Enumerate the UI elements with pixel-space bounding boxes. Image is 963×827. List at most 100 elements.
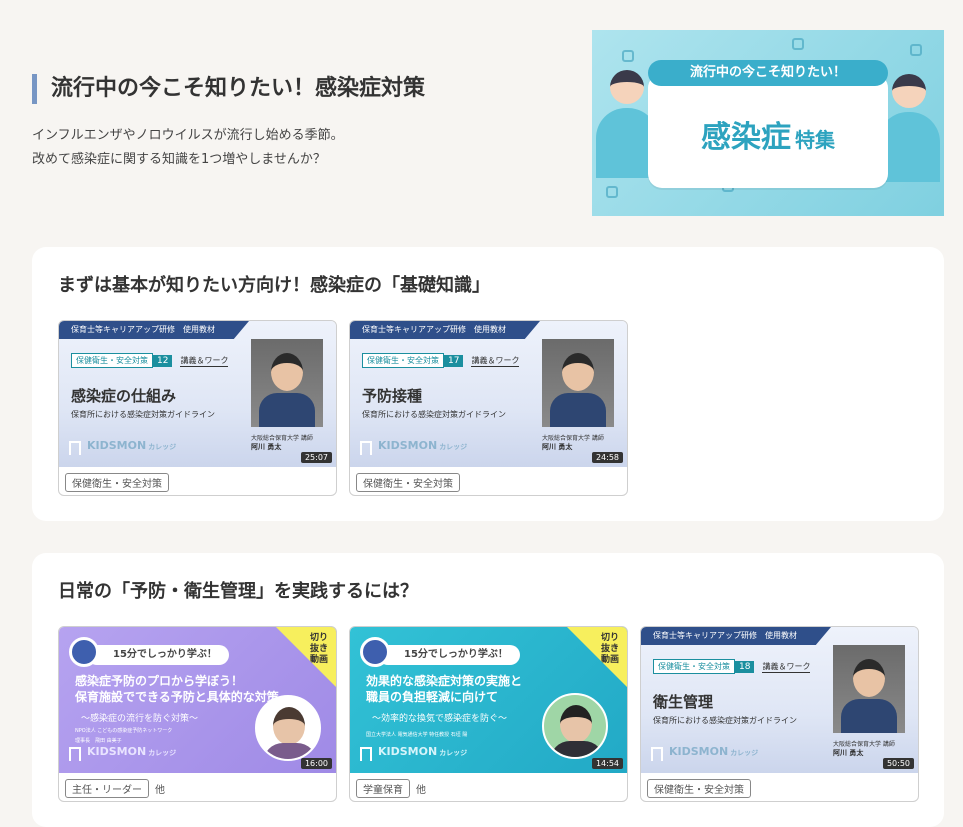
card-tags: 保健衛生・安全対策 [65,473,169,492]
lecturer-affiliation: 大阪総合保育大学 講師 [542,435,604,442]
clip-badge: 切り抜き動画 [276,627,336,687]
duration-pill: 15分でしっかり学ぶ！ [378,645,520,665]
lecturer-photo [255,695,321,761]
video-card[interactable]: 保育士等キャリアアップ研修 使用教材 保健衛生・安全対策 12 講義＆ワーク 感… [58,320,337,496]
video-thumbnail[interactable]: 保育士等キャリアアップ研修 使用教材 保健衛生・安全対策 12 講義＆ワーク 感… [59,321,336,467]
section-basics: まずは基本が知りたい方向け！感染症の「基礎知識」 保育士等キャリアアップ研修 使… [32,247,944,521]
section-title: まずは基本が知りたい方向け！感染症の「基礎知識」 [58,275,490,296]
hero: 流行中の今こそ知りたい！感染症対策 インフルエンザやノロウイルスが流行し始める季… [32,30,944,216]
card-tags: 保健衛生・安全対策 [356,473,460,492]
lecturer-affiliation: 国立大学法人 電気通信大学 特任教授 石垣 陽 [366,732,468,738]
tag-badge[interactable]: 学童保育 [356,779,410,798]
banner-ribbon: 流行中の今こそ知りたい！ [648,60,888,86]
lesson-number: 18 [735,660,755,673]
video-title: 衛生管理 [653,693,714,711]
feature-banner[interactable]: 感染症 特集 流行中の今こそ知りたい！ [592,30,944,216]
video-thumbnail[interactable]: 保育士等キャリアアップ研修 使用教材 保健衛生・安全対策 18 講義＆ワーク 衛… [641,627,918,773]
lesson-kind: 講義＆ワーク [762,661,811,673]
category-name: 保健衛生・安全対策 [71,353,153,368]
video-duration: 16:00 [300,758,332,769]
stopwatch-icon [360,637,390,667]
lecturer-name: 阿川 勇太 [833,749,864,757]
card-tags: 主任・リーダー 他 [65,779,165,798]
bookmark-icon[interactable] [360,747,372,761]
thumbnail-header: 保育士等キャリアアップ研修 使用教材 [641,627,831,645]
video-subtitle: ～感染症の流行を防ぐ対策～ [81,714,199,724]
banner-sub-text: 特集 [795,128,835,152]
section-prevention: 日常の「予防・衛生管理」を実践するには？ 15分でしっかり学ぶ！ 切り抜き動画 … [32,553,944,827]
video-subtitle: 保育所における感染症対策ガイドライン [362,410,506,419]
hero-desc-line: 改めて感染症に関する知識を1つ増やしませんか？ [32,152,326,167]
lecturer-name: 理事長 飛田 由美子 [75,738,122,744]
video-duration: 50:50 [882,758,914,769]
lecturer-photo [542,693,608,759]
brand-logo: KIDSMON カレッジ [87,745,177,758]
banner-main-text: 感染症 [701,120,791,155]
lecturer-photo [833,645,905,733]
bookmark-icon[interactable] [651,747,663,761]
lesson-number: 17 [444,354,464,367]
tag-more: 他 [416,785,426,796]
bookmark-icon[interactable] [69,747,81,761]
banner-headline: 感染症 特集 [648,112,888,156]
video-thumbnail[interactable]: 15分でしっかり学ぶ！ 切り抜き動画 効果的な感染症対策の実施と 職員の負担軽減… [350,627,627,773]
video-card[interactable]: 保育士等キャリアアップ研修 使用教材 保健衛生・安全対策 18 講義＆ワーク 衛… [640,626,919,802]
video-card[interactable]: 15分でしっかり学ぶ！ 切り抜き動画 感染症予防のプロから学ぼう！ 保育施設でで… [58,626,337,802]
banner-card: 感染症 特集 [648,74,888,188]
brand-logo: KIDSMON カレッジ [378,439,468,452]
page-title: 流行中の今こそ知りたい！感染症対策 [32,74,425,104]
tag-badge[interactable]: 保健衛生・安全対策 [356,473,460,492]
lecturer-photo [542,339,614,427]
lesson-number: 12 [153,354,173,367]
video-title: 予防接種 [362,387,423,405]
clip-badge: 切り抜き動画 [567,627,627,687]
video-duration: 14:54 [591,758,623,769]
bookmark-icon[interactable] [360,441,372,455]
lecturer-affiliation: NPO法人 こどもの感染症予防ネットワーク [75,728,173,734]
video-subtitle: ～効率的な換気で感染症を防ぐ～ [372,714,508,724]
video-title: 効果的な感染症対策の実施と 職員の負担軽減に向けて [366,674,523,704]
thumbnail-header: 保育士等キャリアアップ研修 使用教材 [350,321,540,339]
thumbnail-header: 保育士等キャリアアップ研修 使用教材 [59,321,249,339]
deco-square-icon [622,50,634,62]
hero-desc-line: インフルエンザやノロウイルスが流行し始める季節。 [32,128,344,143]
video-title: 感染症予防のプロから学ぼう！ 保育施設でできる予防と具体的な対策 [75,674,279,704]
deco-square-icon [792,38,804,50]
lesson-kind: 講義＆ワーク [180,355,229,367]
category-label: 保健衛生・安全対策 18 講義＆ワーク [653,659,811,674]
tag-badge[interactable]: 保健衛生・安全対策 [65,473,169,492]
video-card[interactable]: 保育士等キャリアアップ研修 使用教材 保健衛生・安全対策 17 講義＆ワーク 予… [349,320,628,496]
lecturer-photo [251,339,323,427]
category-label: 保健衛生・安全対策 12 講義＆ワーク [71,353,229,368]
duration-pill: 15分でしっかり学ぶ！ [87,645,229,665]
video-thumbnail[interactable]: 15分でしっかり学ぶ！ 切り抜き動画 感染症予防のプロから学ぼう！ 保育施設でで… [59,627,336,773]
hero-description: インフルエンザやノロウイルスが流行し始める季節。 改めて感染症に関する知識を1つ… [32,124,344,172]
video-duration: 25:07 [300,452,332,463]
brand-logo: KIDSMON カレッジ [87,439,177,452]
video-card[interactable]: 15分でしっかり学ぶ！ 切り抜き動画 効果的な感染症対策の実施と 職員の負担軽減… [349,626,628,802]
section-title: 日常の「予防・衛生管理」を実践するには？ [58,581,418,602]
tag-more: 他 [155,785,165,796]
stopwatch-icon [69,637,99,667]
card-tags: 保健衛生・安全対策 [647,779,751,798]
deco-square-icon [910,44,922,56]
video-subtitle: 保育所における感染症対策ガイドライン [653,716,797,725]
brand-logo: KIDSMON カレッジ [378,745,468,758]
lecturer-name: 阿川 勇太 [542,443,573,451]
lecturer-name: 阿川 勇太 [251,443,282,451]
brand-logo: KIDSMON カレッジ [669,745,759,758]
tag-badge[interactable]: 主任・リーダー [65,779,149,798]
bookmark-icon[interactable] [69,441,81,455]
category-label: 保健衛生・安全対策 17 講義＆ワーク [362,353,520,368]
video-duration: 24:58 [591,452,623,463]
category-name: 保健衛生・安全対策 [653,659,735,674]
lesson-kind: 講義＆ワーク [471,355,520,367]
card-tags: 学童保育 他 [356,779,426,798]
video-thumbnail[interactable]: 保育士等キャリアアップ研修 使用教材 保健衛生・安全対策 17 講義＆ワーク 予… [350,321,627,467]
lecturer-affiliation: 大阪総合保育大学 講師 [833,741,895,748]
video-subtitle: 保育所における感染症対策ガイドライン [71,410,215,419]
category-name: 保健衛生・安全対策 [362,353,444,368]
video-title: 感染症の仕組み [71,387,177,405]
lecturer-affiliation: 大阪総合保育大学 講師 [251,435,313,442]
tag-badge[interactable]: 保健衛生・安全対策 [647,779,751,798]
